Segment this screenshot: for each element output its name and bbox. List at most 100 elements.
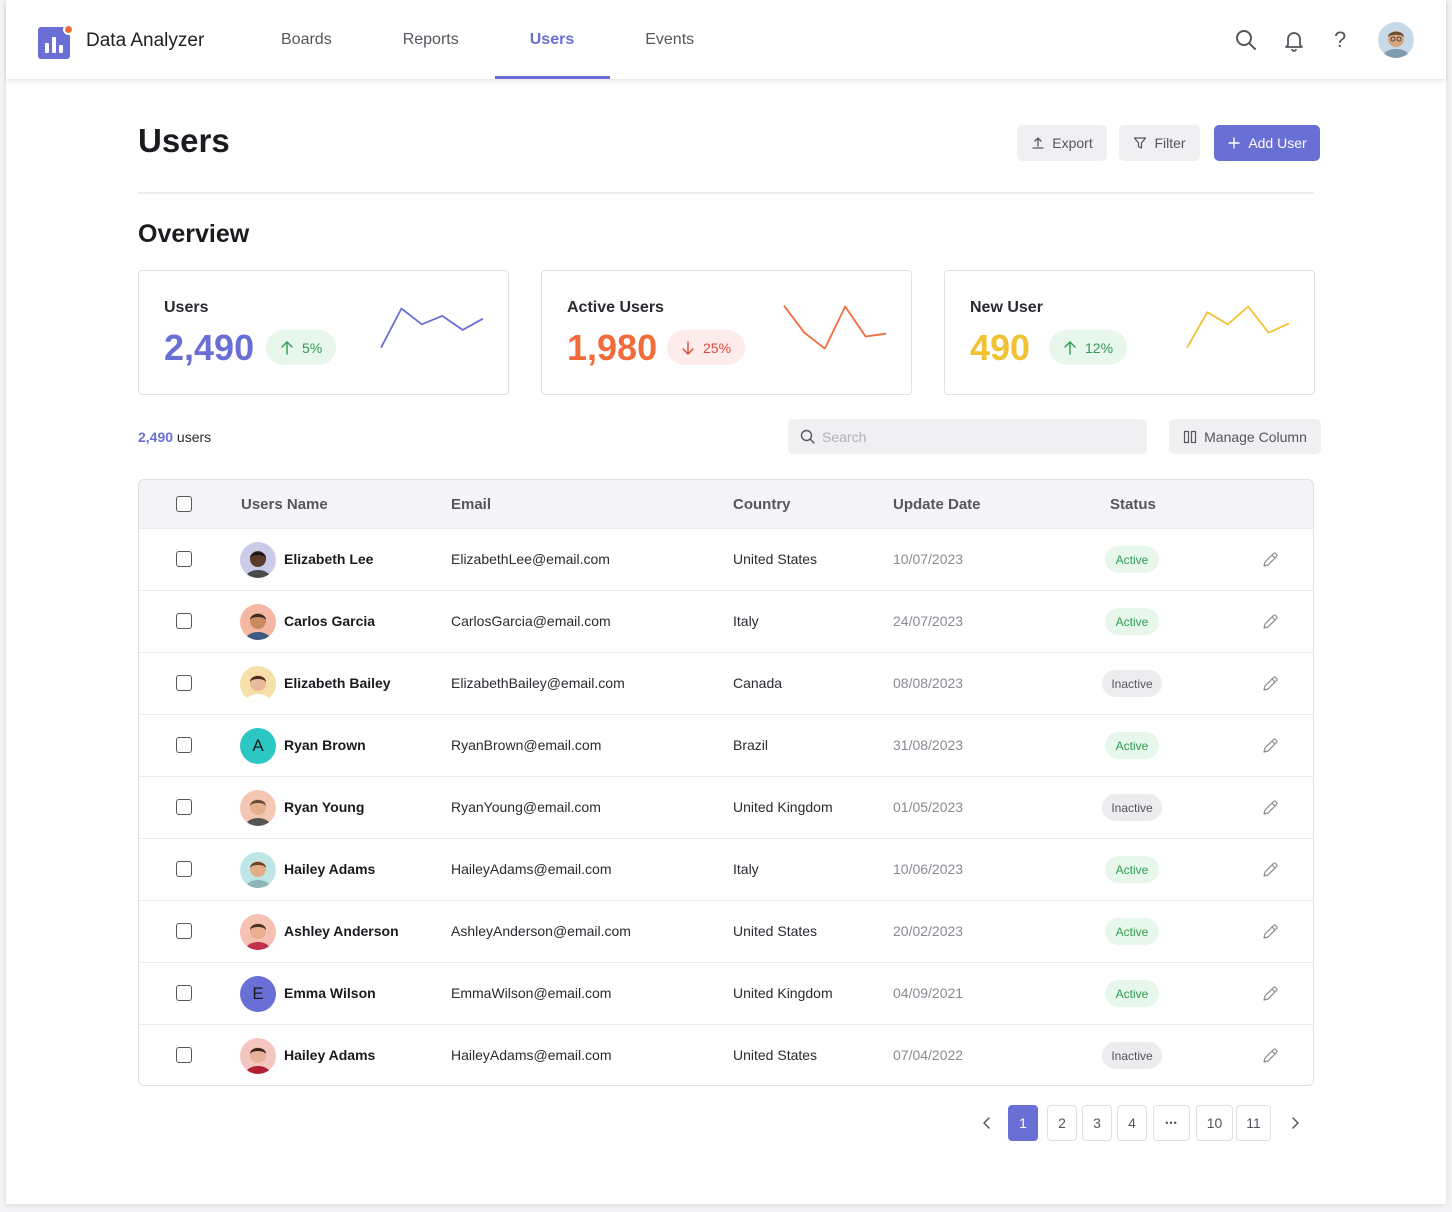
user-name: Elizabeth Lee xyxy=(284,551,374,567)
status-badge: Active xyxy=(1105,546,1159,573)
page-button-11[interactable]: 11 xyxy=(1236,1105,1271,1141)
pagination-ellipsis[interactable]: ••• xyxy=(1153,1105,1190,1141)
user-avatar xyxy=(240,542,276,578)
edit-pencil-icon[interactable] xyxy=(1261,985,1279,1003)
user-update-date: 07/04/2022 xyxy=(893,1047,964,1063)
search-box xyxy=(788,419,1147,454)
logo-bar xyxy=(59,45,63,53)
avatar-photo-icon xyxy=(245,799,271,826)
user-count-suffix: users xyxy=(173,429,212,445)
user-country: Canada xyxy=(733,675,783,691)
nav-item-reports[interactable]: Reports xyxy=(403,0,459,79)
app-logo[interactable] xyxy=(38,24,74,60)
table-row[interactable]: Ryan Young RyanYoung@email.com United King… xyxy=(139,776,1313,838)
row-checkbox[interactable] xyxy=(176,737,192,753)
brand-name[interactable]: Data Analyzer xyxy=(86,30,204,52)
user-avatar xyxy=(240,604,276,640)
user-country: United Kingdom xyxy=(733,985,833,1001)
help-icon[interactable]: ? xyxy=(1334,27,1358,52)
page-button-3[interactable]: 3 xyxy=(1082,1105,1112,1141)
page-button-2[interactable]: 2 xyxy=(1047,1105,1077,1141)
user-email: ElizabethLee@email.com xyxy=(451,551,610,567)
export-label: Export xyxy=(1052,135,1093,151)
row-checkbox[interactable] xyxy=(176,861,192,877)
edit-pencil-icon[interactable] xyxy=(1261,613,1279,631)
table-row[interactable]: Carlos Garcia CarlosGarcia@email.com Italy… xyxy=(139,590,1313,652)
user-country: Italy xyxy=(733,613,759,629)
user-avatar xyxy=(240,852,276,888)
row-checkbox[interactable] xyxy=(176,985,192,1001)
user-update-date: 04/09/2021 xyxy=(893,985,964,1001)
search-input[interactable] xyxy=(822,419,1132,454)
user-avatar[interactable] xyxy=(1378,22,1414,58)
stat-card[interactable]: Users 2,490 5% xyxy=(138,270,509,395)
user-update-date: 20/02/2023 xyxy=(893,923,964,939)
next-page-icon[interactable] xyxy=(1286,1114,1304,1132)
avatar-photo-icon xyxy=(245,675,271,702)
row-checkbox[interactable] xyxy=(176,613,192,629)
row-checkbox[interactable] xyxy=(176,551,192,567)
status-badge: Inactive xyxy=(1102,670,1162,697)
bell-icon[interactable] xyxy=(1282,28,1306,52)
edit-pencil-icon[interactable] xyxy=(1261,675,1279,693)
table-row[interactable]: Hailey Adams HaileyAdams@email.com United … xyxy=(139,1024,1313,1085)
stat-card-value: 1,980 xyxy=(567,327,658,368)
column-header-status[interactable]: Status xyxy=(1110,496,1156,513)
page-button-10[interactable]: 10 xyxy=(1196,1105,1233,1141)
select-all-checkbox[interactable] xyxy=(176,496,192,512)
add-user-button[interactable]: Add User xyxy=(1214,125,1320,161)
manage-column-label: Manage Column xyxy=(1204,428,1307,445)
edit-pencil-icon[interactable] xyxy=(1261,1047,1279,1065)
row-checkbox[interactable] xyxy=(176,923,192,939)
user-count-number: 2,490 xyxy=(138,429,174,445)
status-badge: Active xyxy=(1105,918,1159,945)
table-row[interactable]: Elizabeth Bailey ElizabethBailey@email.co… xyxy=(139,652,1313,714)
column-header-name[interactable]: Users Name xyxy=(241,496,328,513)
page-title: Users xyxy=(138,122,230,159)
stat-card-sparkline xyxy=(783,305,887,350)
export-button[interactable]: Export xyxy=(1017,125,1107,161)
edit-pencil-icon[interactable] xyxy=(1261,923,1279,941)
column-header-email[interactable]: Email xyxy=(451,496,491,513)
filter-button[interactable]: Filter xyxy=(1119,125,1200,161)
manage-column-button[interactable]: Manage Column xyxy=(1169,419,1321,454)
table-row[interactable]: Elizabeth Lee ElizabethLee@email.com Unite… xyxy=(139,528,1313,590)
table-row[interactable]: Hailey Adams HaileyAdams@email.com Italy 10… xyxy=(139,838,1313,900)
user-avatar xyxy=(240,1038,276,1074)
user-avatar: A xyxy=(240,728,276,764)
user-email: EmmaWilson@email.com xyxy=(451,985,612,1001)
stat-card-trend-value: 5% xyxy=(302,339,323,356)
stat-card[interactable]: Active Users 1,980 25% xyxy=(541,270,912,395)
edit-pencil-icon[interactable] xyxy=(1261,861,1279,879)
columns-icon xyxy=(1184,430,1197,443)
stat-card-label: Users xyxy=(164,299,209,316)
nav-item-users[interactable]: Users xyxy=(494,0,612,79)
avatar-photo-icon xyxy=(245,551,271,578)
table-row[interactable]: A Ryan Brown RyanBrown@email.com Brazil 31/0… xyxy=(139,714,1313,776)
edit-pencil-icon[interactable] xyxy=(1261,551,1279,569)
user-avatar: E xyxy=(240,976,276,1012)
row-checkbox[interactable] xyxy=(176,1047,192,1063)
edit-pencil-icon[interactable] xyxy=(1261,799,1279,817)
page-button-4[interactable]: 4 xyxy=(1117,1105,1147,1141)
table-row[interactable]: E Emma Wilson EmmaWilson@email.com United K… xyxy=(139,962,1313,1024)
arrow-down-icon xyxy=(682,340,694,355)
nav-item-events[interactable]: Events xyxy=(645,0,694,79)
arrow-up-icon xyxy=(281,340,293,355)
row-checkbox[interactable] xyxy=(176,799,192,815)
row-checkbox[interactable] xyxy=(176,675,192,691)
column-header-country[interactable]: Country xyxy=(733,496,791,513)
user-email: ElizabethBailey@email.com xyxy=(451,675,625,691)
column-header-update-date[interactable]: Update Date xyxy=(893,496,981,513)
stat-card[interactable]: New User 490 12% xyxy=(944,270,1315,395)
user-country: Brazil xyxy=(733,737,769,753)
user-country: United States xyxy=(733,923,818,939)
user-avatar xyxy=(240,914,276,950)
search-icon[interactable] xyxy=(1234,28,1258,52)
user-count: 2,490 users xyxy=(138,429,211,445)
edit-pencil-icon[interactable] xyxy=(1261,737,1279,755)
table-row[interactable]: Ashley Anderson AshleyAnderson@email.com U… xyxy=(139,900,1313,962)
previous-page-icon[interactable] xyxy=(978,1114,996,1132)
page-button-1[interactable]: 1 xyxy=(1008,1105,1038,1141)
nav-item-boards[interactable]: Boards xyxy=(281,0,332,79)
